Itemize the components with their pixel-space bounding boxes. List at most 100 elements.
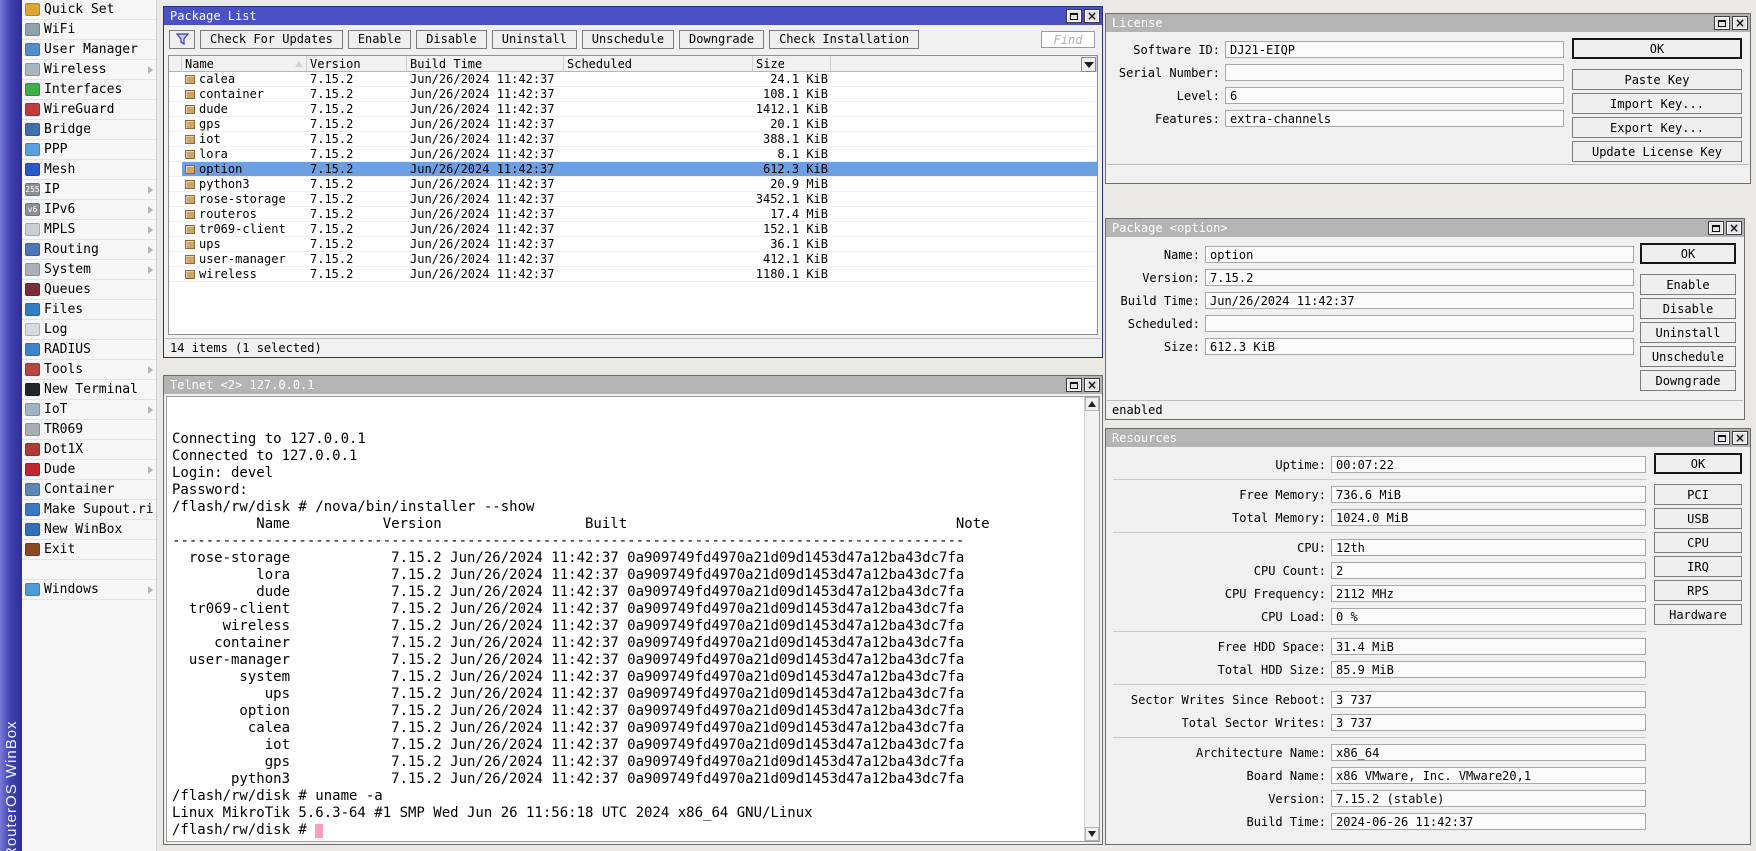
table-row-python3[interactable]: python37.15.2Jun/26/2024 11:42:3720.9 Mi…	[169, 177, 1097, 192]
filter-button[interactable]	[169, 30, 195, 49]
toolbar-button-enable[interactable]: Enable	[348, 30, 411, 49]
toolbar-button-disable[interactable]: Disable	[416, 30, 487, 49]
maximize-button[interactable]	[1714, 431, 1730, 445]
table-row-dude[interactable]: dude7.15.2Jun/26/2024 11:42:371412.1 KiB	[169, 102, 1097, 117]
toolbar-button-check-for-updates[interactable]: Check For Updates	[200, 30, 343, 49]
table-row-routeros[interactable]: routeros7.15.2Jun/26/2024 11:42:3717.4 M…	[169, 207, 1097, 222]
terminal-area[interactable]: Connecting to 127.0.0.1 Connected to 127…	[166, 396, 1100, 842]
sidebar-item-iot[interactable]: IoT	[22, 400, 156, 420]
maximize-button[interactable]	[1066, 378, 1082, 392]
toolbar-button-uninstall[interactable]: Uninstall	[492, 30, 577, 49]
close-button[interactable]: ×	[1732, 16, 1748, 30]
export-key-button[interactable]: Export Key...	[1572, 117, 1742, 138]
sidebar-item-dude[interactable]: Dude	[22, 460, 156, 480]
field-value-software-id[interactable]: DJ21-EIQP	[1225, 41, 1564, 58]
sidebar-item-wireguard[interactable]: WireGuard	[22, 100, 156, 120]
field-value-free-hdd-space[interactable]: 31.4 MiB	[1331, 638, 1646, 655]
hardware-button[interactable]: Hardware	[1654, 604, 1742, 625]
table-row-gps[interactable]: gps7.15.2Jun/26/2024 11:42:3720.1 KiB	[169, 117, 1097, 132]
pci-button[interactable]: PCI	[1654, 484, 1742, 505]
field-value-build-time[interactable]: Jun/26/2024 11:42:37	[1205, 292, 1634, 309]
ok-button[interactable]: OK	[1640, 243, 1736, 264]
field-value-cpu[interactable]: 12th	[1331, 539, 1646, 556]
sidebar-item-exit[interactable]: Exit	[22, 540, 156, 560]
field-value-sector-writes-since-reboot[interactable]: 3 737	[1331, 691, 1646, 708]
field-value-free-memory[interactable]: 736.6 MiB	[1331, 486, 1646, 503]
sidebar-item-make-supout-rif[interactable]: Make Supout.rif	[22, 500, 156, 520]
sidebar-item-quick-set[interactable]: Quick Set	[22, 0, 156, 20]
license-titlebar[interactable]: License ×	[1106, 14, 1750, 32]
field-value-level[interactable]: 6	[1225, 87, 1564, 104]
sidebar-item-wireless[interactable]: Wireless	[22, 60, 156, 80]
toolbar-button-check-installation[interactable]: Check Installation	[769, 30, 919, 49]
update-license-key-button[interactable]: Update License Key	[1572, 141, 1742, 162]
sidebar-item-routing[interactable]: Routing	[22, 240, 156, 260]
table-row-container[interactable]: container7.15.2Jun/26/2024 11:42:37108.1…	[169, 87, 1097, 102]
ok-button[interactable]: OK	[1654, 453, 1742, 474]
close-button[interactable]: ×	[1084, 9, 1100, 23]
field-value-name[interactable]: option	[1205, 246, 1634, 263]
disable-button[interactable]: Disable	[1640, 298, 1736, 319]
close-button[interactable]: ×	[1732, 431, 1748, 445]
irq-button[interactable]: IRQ	[1654, 556, 1742, 577]
usb-button[interactable]: USB	[1654, 508, 1742, 529]
close-button[interactable]: ×	[1726, 221, 1742, 235]
field-value-scheduled[interactable]	[1205, 315, 1634, 332]
table-row-option[interactable]: option7.15.2Jun/26/2024 11:42:37612.3 Ki…	[169, 162, 1097, 177]
ok-button[interactable]: OK	[1572, 38, 1742, 59]
enable-button[interactable]: Enable	[1640, 274, 1736, 295]
field-value-version[interactable]: 7.15.2 (stable)	[1331, 790, 1646, 807]
column-header-version[interactable]: Version	[307, 56, 407, 72]
unschedule-button[interactable]: Unschedule	[1640, 346, 1736, 367]
sidebar-item-ipv6[interactable]: v6IPv6	[22, 200, 156, 220]
resources-titlebar[interactable]: Resources ×	[1106, 429, 1750, 447]
package-list-titlebar[interactable]: Package List ×	[164, 7, 1102, 25]
scroll-up-button[interactable]	[1085, 397, 1099, 411]
maximize-button[interactable]	[1066, 9, 1082, 23]
field-value-cpu-load[interactable]: 0 %	[1331, 608, 1646, 625]
sidebar-item-queues[interactable]: Queues	[22, 280, 156, 300]
rps-button[interactable]: RPS	[1654, 580, 1742, 601]
column-header-size[interactable]: Size	[753, 56, 831, 72]
import-key-button[interactable]: Import Key...	[1572, 93, 1742, 114]
table-row-calea[interactable]: calea7.15.2Jun/26/2024 11:42:3724.1 KiB	[169, 72, 1097, 87]
table-row-lora[interactable]: lora7.15.2Jun/26/2024 11:42:378.1 KiB	[169, 147, 1097, 162]
field-value-serial-number[interactable]	[1225, 64, 1564, 81]
sidebar-item-container[interactable]: Container	[22, 480, 156, 500]
sidebar-item-interfaces[interactable]: Interfaces	[22, 80, 156, 100]
sidebar-item-bridge[interactable]: Bridge	[22, 120, 156, 140]
table-row-tr069-client[interactable]: tr069-client7.15.2Jun/26/2024 11:42:3715…	[169, 222, 1097, 237]
field-value-board-name[interactable]: x86 VMware, Inc. VMware20,1	[1331, 767, 1646, 784]
find-input[interactable]: Find	[1041, 31, 1095, 48]
field-value-build-time[interactable]: 2024-06-26 11:42:37	[1331, 813, 1646, 830]
table-row-rose-storage[interactable]: rose-storage7.15.2Jun/26/2024 11:42:3734…	[169, 192, 1097, 207]
sidebar-item-new-winbox[interactable]: New WinBox	[22, 520, 156, 540]
telnet-titlebar[interactable]: Telnet <2> 127.0.0.1 ×	[164, 376, 1102, 394]
sidebar-item-system[interactable]: System	[22, 260, 156, 280]
sidebar-item-wifi[interactable]: WiFi	[22, 20, 156, 40]
sidebar-item-files[interactable]: Files	[22, 300, 156, 320]
field-value-total-memory[interactable]: 1024.0 MiB	[1331, 509, 1646, 526]
field-value-architecture-name[interactable]: x86_64	[1331, 744, 1646, 761]
sidebar-item-user-manager[interactable]: User Manager	[22, 40, 156, 60]
column-selector-button[interactable]	[1081, 57, 1096, 72]
sidebar-item-dot1x[interactable]: Dot1X	[22, 440, 156, 460]
field-value-total-hdd-size[interactable]: 85.9 MiB	[1331, 661, 1646, 678]
close-button[interactable]: ×	[1084, 378, 1100, 392]
field-value-total-sector-writes[interactable]: 3 737	[1331, 714, 1646, 731]
sidebar-item-tr069[interactable]: TR069	[22, 420, 156, 440]
paste-key-button[interactable]: Paste Key	[1572, 69, 1742, 90]
uninstall-button[interactable]: Uninstall	[1640, 322, 1736, 343]
field-value-size[interactable]: 612.3 KiB	[1205, 338, 1634, 355]
column-header-build-time[interactable]: Build Time	[407, 56, 564, 72]
field-value-uptime[interactable]: 00:07:22	[1331, 456, 1646, 473]
package-option-titlebar[interactable]: Package <option> ×	[1106, 219, 1744, 237]
sidebar-item-log[interactable]: Log	[22, 320, 156, 340]
table-row-iot[interactable]: iot7.15.2Jun/26/2024 11:42:37388.1 KiB	[169, 132, 1097, 147]
field-value-version[interactable]: 7.15.2	[1205, 269, 1634, 286]
table-row-ups[interactable]: ups7.15.2Jun/26/2024 11:42:3736.1 KiB	[169, 237, 1097, 252]
sidebar-item-mesh[interactable]: Mesh	[22, 160, 156, 180]
sidebar-item-windows[interactable]: Windows	[22, 580, 156, 600]
sidebar-item-radius[interactable]: RADIUS	[22, 340, 156, 360]
downgrade-button[interactable]: Downgrade	[1640, 370, 1736, 391]
